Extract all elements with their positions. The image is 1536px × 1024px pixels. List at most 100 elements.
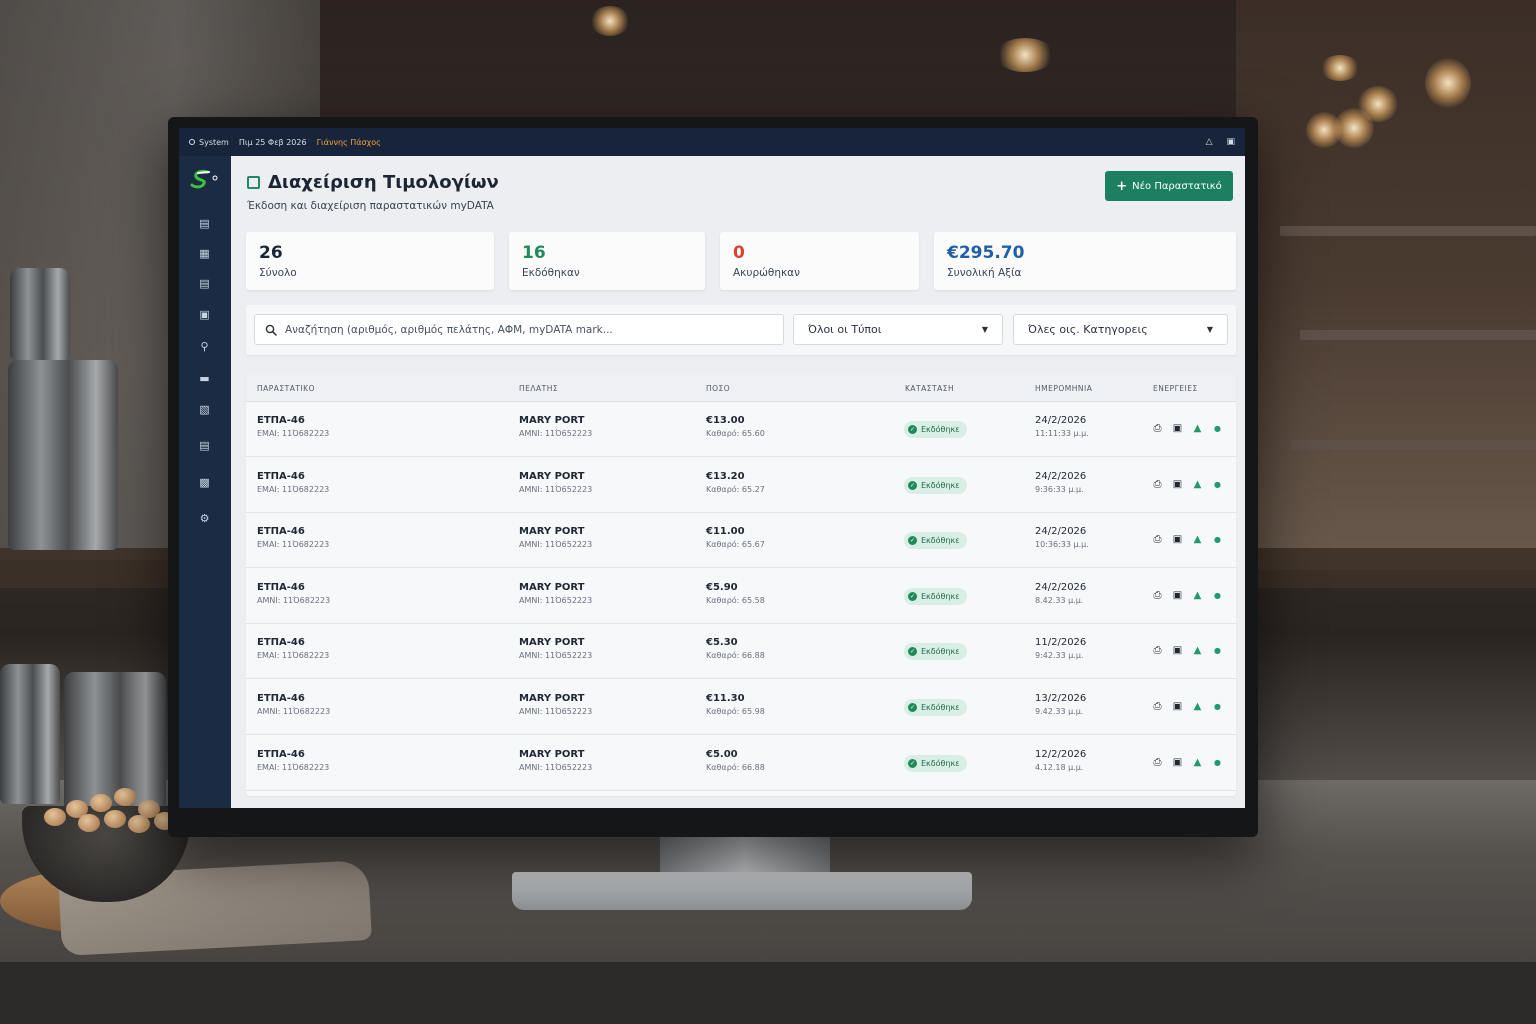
- receipt-icon[interactable]: ▤: [198, 278, 211, 290]
- status-text: Εκδόθηκε: [921, 480, 960, 490]
- document-cell: ΕΤΠΑ-46 ΕΜΑΙ: 11Ό682223: [257, 749, 329, 772]
- column-header-date[interactable]: ΗΜΕΡΟΜΗΝΙΑ: [1035, 384, 1092, 393]
- document-number[interactable]: ΕΤΠΑ-46: [257, 471, 329, 482]
- pdf-icon[interactable]: ▣: [1172, 757, 1183, 768]
- document-sub: ΑΜΝΙ: 11Ό682223: [257, 595, 331, 605]
- send-icon[interactable]: ▲: [1192, 534, 1203, 545]
- lock-icon[interactable]: ▣: [1226, 137, 1235, 147]
- folder-icon[interactable]: ▩: [198, 477, 211, 489]
- print-icon[interactable]: ⎙: [1152, 757, 1163, 768]
- column-header-status[interactable]: ΚΑΤΑΣΤΑΣΗ: [905, 384, 954, 393]
- countertop-edge: [0, 962, 1536, 1024]
- cancel-icon[interactable]: ●: [1212, 757, 1223, 768]
- row-actions: ⎙ ▣ ▲ ●: [1152, 590, 1223, 601]
- card-icon[interactable]: ▦: [198, 248, 211, 260]
- nut: [128, 815, 150, 833]
- new-document-button[interactable]: + Νέο Παραστατικό: [1105, 171, 1233, 201]
- current-user[interactable]: Γιάννης Πάσχος: [317, 138, 381, 147]
- amount-net: Καθαρό: 65.58: [706, 595, 765, 605]
- status-text: Εκδόθηκε: [921, 647, 960, 657]
- date-cell: 24/2/2026 11:11:33 μ.μ.: [1035, 415, 1089, 438]
- document-sub: ΕΜΑΙ: 11Ό682223: [257, 540, 330, 550]
- settings-icon[interactable]: ⚙: [198, 513, 211, 525]
- send-icon[interactable]: ▲: [1192, 645, 1203, 656]
- date-text: 12/2/2026: [1035, 748, 1087, 760]
- table-row[interactable]: ΕΤΠΑ-46 ΕΜΑΙ: 11Ό682223 MARY PORT ΑΜΝΙ: …: [246, 624, 1236, 680]
- pdf-icon[interactable]: ▣: [1172, 645, 1183, 656]
- search-input[interactable]: [285, 323, 765, 336]
- date-cell: 24/2/2026 8.42.33 μ.μ.: [1035, 582, 1086, 605]
- amount-total: €13.20: [706, 470, 745, 482]
- send-icon[interactable]: ▲: [1192, 423, 1203, 434]
- column-header-client[interactable]: ΠΕΛΑΤΗΣ: [519, 384, 558, 393]
- nut: [78, 814, 100, 832]
- document-sub: ΕΜΑΙ: 11Ό682223: [257, 484, 330, 494]
- send-icon[interactable]: ▲: [1192, 479, 1203, 490]
- print-icon[interactable]: ⎙: [1152, 701, 1163, 712]
- light-bokeh: [1306, 112, 1342, 148]
- table-row[interactable]: ΕΤΠΑ-46 ΕΜΑΙ: 11Ό682223 MARY PORT ΑΜΝΙ: …: [246, 458, 1236, 513]
- client-name: MARY PORT: [519, 637, 585, 649]
- category-select[interactable]: Όλες οις. Κατηγορεις ▼: [1013, 314, 1228, 345]
- table-row[interactable]: ΕΤΠΑ-46 ΕΜΑΙ: 11Ό682223 MARY PORT ΑΜΝΙ: …: [246, 513, 1236, 569]
- client-tax-id: ΑΜΝΙ: 11Ό652223: [519, 429, 593, 438]
- document-number[interactable]: ΕΤΠΑ-46: [257, 637, 329, 648]
- document-icon[interactable]: ▤: [198, 218, 211, 230]
- client-name: MARY PORT: [519, 748, 585, 760]
- send-icon[interactable]: ▲: [1192, 590, 1203, 601]
- status-text: Εκδόθηκε: [921, 591, 960, 601]
- table-row[interactable]: ΕΤΠΑ-46 ΑΜΝΙ: 11Ό682223 MARY PORT ΑΜΝΙ: …: [246, 569, 1236, 624]
- print-icon[interactable]: ⎙: [1152, 590, 1163, 601]
- search-box[interactable]: [254, 314, 784, 345]
- amount-net: Καθαρό: 66.88: [706, 762, 765, 772]
- row-actions: ⎙ ▣ ▲ ●: [1152, 757, 1223, 768]
- table-row[interactable]: ΕΤΠΑ-46 ΕΜΑΙ: 11Ό682223 MARY PORT ΑΜΝΙ: …: [246, 736, 1236, 791]
- pdf-icon[interactable]: ▣: [1172, 479, 1183, 490]
- type-select[interactable]: Όλοι οι Τύποι ▼: [793, 314, 1003, 345]
- document-number[interactable]: ΕΤΠΑ-46: [257, 526, 329, 537]
- cancel-icon[interactable]: ●: [1212, 534, 1223, 545]
- document-number[interactable]: ΕΤΠΑ-46: [257, 693, 330, 704]
- print-icon[interactable]: ⎙: [1152, 534, 1163, 545]
- amount-cell: €11.30 Καθαρό: 65.98: [706, 693, 765, 716]
- logo-icon[interactable]: [189, 168, 219, 190]
- table-row[interactable]: ΕΤΠΑ-46 ΑΜΝΙ: 11Ό682223 MARY PORT ΑΜΝΙ: …: [246, 680, 1236, 735]
- date-text: 13/2/2026: [1035, 693, 1087, 704]
- client-tax-id: ΑΜΝΙ: 11Ό652223: [519, 707, 593, 716]
- cancel-icon[interactable]: ●: [1212, 479, 1223, 490]
- column-header-document[interactable]: ΠΑΡΑΣΤΑΤΙΚΟ: [257, 384, 315, 393]
- ledger-icon[interactable]: ▤: [198, 440, 211, 452]
- cancel-icon[interactable]: ●: [1212, 645, 1223, 656]
- clipboard-icon[interactable]: ▧: [198, 404, 211, 416]
- pdf-icon[interactable]: ▣: [1172, 701, 1183, 712]
- client-name: MARY PORT: [519, 693, 585, 704]
- document-sub: ΕΜΑΙ: 11Ό682223: [257, 429, 330, 438]
- search-doc-icon[interactable]: ⚲: [198, 341, 211, 353]
- column-header-amount[interactable]: ΠΟΣΟ: [706, 384, 730, 393]
- sidebar: ▤ ▦ ▤ ▣ ⚲ ▬ ▧ ▤ ▩ ⚙: [179, 156, 231, 808]
- print-icon[interactable]: ⎙: [1152, 479, 1163, 490]
- bell-icon[interactable]: △: [1206, 137, 1213, 147]
- print-icon[interactable]: ⎙: [1152, 645, 1163, 656]
- send-icon[interactable]: ▲: [1192, 757, 1203, 768]
- print-icon[interactable]: ⎙: [1152, 423, 1163, 434]
- pdf-icon[interactable]: ▣: [1172, 534, 1183, 545]
- document-number[interactable]: ΕΤΠΑ-46: [257, 415, 329, 426]
- invoice-icon[interactable]: ▣: [198, 309, 211, 321]
- document-number[interactable]: ΕΤΠΑ-46: [257, 749, 329, 760]
- page-subtitle: Έκδοση και διαχείριση παραστατικών myDAT…: [247, 200, 494, 212]
- pdf-icon[interactable]: ▣: [1172, 590, 1183, 601]
- cancel-icon[interactable]: ●: [1212, 590, 1223, 601]
- pdf-icon[interactable]: ▣: [1172, 423, 1183, 434]
- client-tax-id: ΑΜΝΙ: 11Ό652223: [519, 540, 593, 550]
- document-number[interactable]: ΕΤΠΑ-46: [257, 582, 330, 593]
- shelf: [1290, 440, 1536, 450]
- wallet-icon[interactable]: ▬: [198, 373, 211, 385]
- amount-cell: €13.00 Καθαρό: 65.60: [706, 415, 765, 438]
- cancel-icon[interactable]: ●: [1212, 701, 1223, 712]
- send-icon[interactable]: ▲: [1192, 701, 1203, 712]
- amount-total: €5.00: [706, 748, 738, 760]
- table-row[interactable]: ΕΤΠΑ-46 ΕΜΑΙ: 11Ό682223 MARY PORT ΑΜΝΙ: …: [246, 402, 1236, 457]
- amount-net: Καθαρό: 65.67: [706, 540, 765, 550]
- cancel-icon[interactable]: ●: [1212, 423, 1223, 434]
